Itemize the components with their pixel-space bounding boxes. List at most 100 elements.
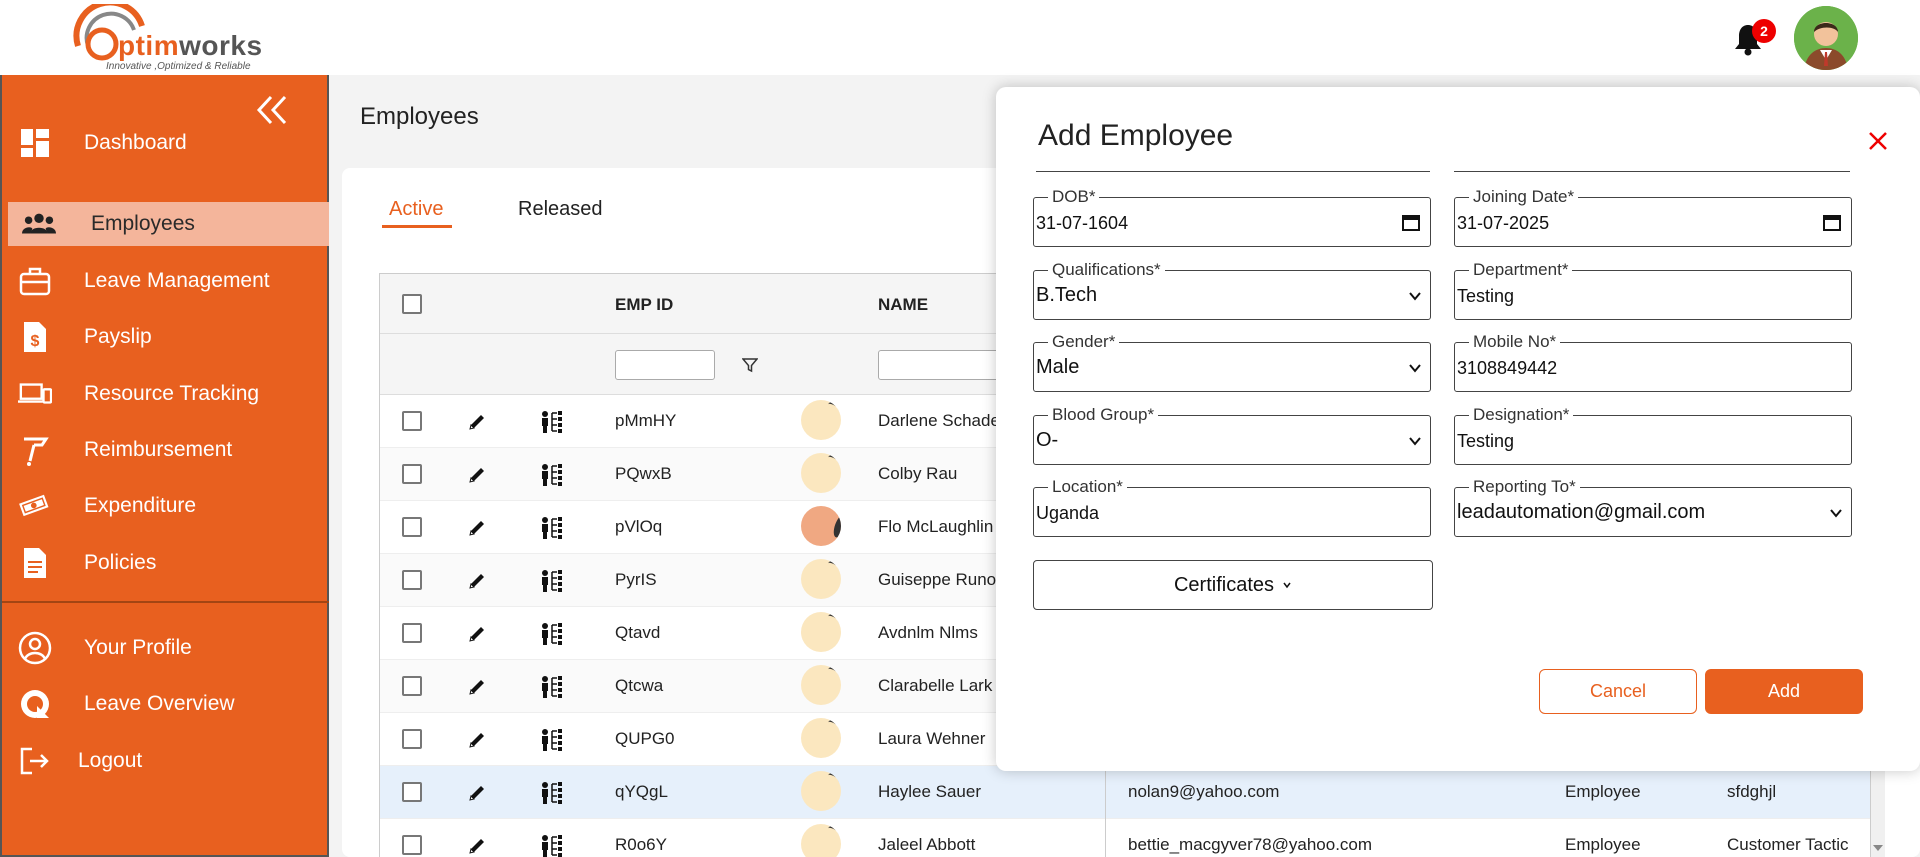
column-separator [1105, 766, 1106, 819]
tab-released[interactable]: Released [518, 198, 603, 221]
joining-date-value: 31-07-2025 [1457, 213, 1550, 233]
name-cell: Jaleel Abbott [878, 835, 976, 854]
add-button[interactable]: Add [1705, 669, 1863, 714]
org-hierarchy-icon[interactable] [540, 463, 564, 487]
sidebar-item-your-profile[interactable]: Your Profile [2, 626, 329, 670]
sidebar-item-employees[interactable]: Employees [8, 202, 329, 246]
designation-cell: Customer Tactic [1727, 835, 1849, 854]
sidebar-item-label: Payslip [84, 325, 152, 348]
org-hierarchy-icon[interactable] [540, 675, 564, 699]
sidebar-item-leave-management[interactable]: Leave Management [2, 259, 329, 303]
org-hierarchy-icon[interactable] [540, 569, 564, 593]
sidebar-item-label: Policies [84, 551, 157, 574]
dob-field[interactable]: DOB* 31-07-1604 [1033, 187, 1431, 247]
dashboard-icon [18, 126, 52, 160]
org-hierarchy-icon[interactable] [540, 834, 564, 857]
org-hierarchy-icon[interactable] [540, 781, 564, 805]
document-icon [18, 546, 52, 580]
org-hierarchy-icon[interactable] [540, 728, 564, 752]
org-hierarchy-icon[interactable] [540, 410, 564, 434]
sidebar-item-payslip[interactable]: $ Payslip [2, 315, 329, 359]
row-checkbox[interactable] [402, 623, 422, 643]
sidebar-item-label: Leave Management [84, 269, 270, 292]
filter-icon[interactable] [742, 357, 758, 373]
emp-id-cell: QUPG0 [615, 729, 675, 748]
mobile-number-field[interactable]: Mobile No* 3108849442 [1454, 332, 1852, 392]
edit-pencil-icon[interactable] [467, 571, 487, 591]
modal-divider [1036, 171, 1430, 172]
edit-pencil-icon[interactable] [467, 412, 487, 432]
column-header-emp-id[interactable]: EMP ID [615, 295, 673, 315]
certificates-button[interactable]: Certificates [1033, 560, 1433, 610]
table-row[interactable]: qYQgL Haylee Sauer nolan9@yahoo.com Employe… [380, 766, 1870, 819]
qualifications-value: B.Tech [1036, 284, 1098, 306]
sidebar-item-expenditure[interactable]: Expenditure [2, 484, 329, 528]
brand-tagline: Innovative ,Optimized & Reliable [106, 61, 251, 72]
emp-id-filter-input[interactable] [615, 350, 715, 380]
reporting-to-select[interactable]: Reporting To* leadautomation@gmail.com [1454, 477, 1852, 537]
sidebar-item-leave-overview[interactable]: Leave Overview [2, 682, 329, 726]
blood-group-value: O- [1036, 429, 1059, 451]
sidebar-item-label: Employees [91, 212, 195, 235]
location-field[interactable]: Location* Uganda [1033, 477, 1431, 537]
designation-value: Testing [1457, 431, 1515, 451]
row-checkbox[interactable] [402, 782, 422, 802]
edit-pencil-icon[interactable] [467, 624, 487, 644]
edit-pencil-icon[interactable] [467, 677, 487, 697]
row-checkbox[interactable] [402, 676, 422, 696]
scroll-down-icon[interactable] [1872, 843, 1884, 853]
edit-pencil-icon[interactable] [467, 465, 487, 485]
column-header-name[interactable]: NAME [878, 295, 928, 315]
row-checkbox[interactable] [402, 464, 422, 484]
sidebar-item-reimbursement[interactable]: Reimbursement [2, 428, 329, 472]
name-cell: Flo McLaughlin [878, 517, 994, 536]
row-checkbox[interactable] [402, 411, 422, 431]
close-icon[interactable] [1866, 129, 1890, 153]
reporting-to-value: leadautomation@gmail.com [1457, 501, 1706, 523]
sidebar-item-dashboard[interactable]: Dashboard [2, 121, 329, 165]
qualifications-select[interactable]: Qualifications* B.Tech [1033, 260, 1431, 320]
row-checkbox[interactable] [402, 517, 422, 537]
gender-label: Gender* [1048, 332, 1120, 352]
table-row[interactable]: R0o6Y Jaleel Abbott bettie_macgyver78@yaho… [380, 819, 1870, 857]
briefcase-icon [18, 264, 52, 298]
select-all-checkbox[interactable] [402, 294, 422, 314]
sidebar-item-resource-tracking[interactable]: Resource Tracking [2, 372, 329, 416]
row-checkbox[interactable] [402, 570, 422, 590]
calendar-icon[interactable] [1402, 213, 1420, 231]
edit-pencil-icon[interactable] [467, 783, 487, 803]
name-cell: Laura Wehner [878, 729, 986, 748]
leave-overview-icon [18, 687, 52, 721]
brand-name: ptimworks [118, 30, 263, 61]
company-logo[interactable]: ptimworks Innovative ,Optimized & Reliab… [70, 4, 290, 72]
money-icon [18, 489, 52, 523]
mobile-number-value: 3108849442 [1457, 358, 1558, 378]
tab-active[interactable]: Active [389, 198, 443, 221]
blood-group-select[interactable]: Blood Group* O- [1033, 405, 1431, 465]
designation-label: Designation* [1469, 405, 1574, 425]
sidebar-item-policies[interactable]: Policies [2, 541, 329, 585]
edit-pencil-icon[interactable] [467, 518, 487, 538]
page-title: Employees [360, 103, 479, 130]
calendar-icon[interactable] [1823, 213, 1841, 231]
row-checkbox[interactable] [402, 835, 422, 855]
cancel-button[interactable]: Cancel [1539, 669, 1697, 714]
joining-date-field[interactable]: Joining Date* 31-07-2025 [1454, 187, 1852, 247]
user-avatar[interactable] [1794, 6, 1858, 70]
sidebar-item-logout[interactable]: Logout [2, 739, 329, 783]
org-hierarchy-icon[interactable] [540, 622, 564, 646]
top-header: ptimworks Innovative ,Optimized & Reliab… [0, 0, 1920, 75]
row-checkbox[interactable] [402, 729, 422, 749]
sidebar-item-label: Dashboard [84, 131, 187, 154]
gender-value: Male [1036, 356, 1080, 378]
org-hierarchy-icon[interactable] [540, 516, 564, 540]
sidebar-item-label: Your Profile [84, 636, 192, 659]
gender-select[interactable]: Gender* Male [1033, 332, 1431, 392]
designation-field[interactable]: Designation* Testing [1454, 405, 1852, 465]
department-field[interactable]: Department* Testing [1454, 260, 1852, 320]
edit-pencil-icon[interactable] [467, 730, 487, 750]
edit-pencil-icon[interactable] [467, 836, 487, 856]
joining-date-label: Joining Date* [1469, 187, 1579, 207]
employee-photo [801, 506, 841, 546]
user-avatar-icon [1794, 6, 1858, 70]
